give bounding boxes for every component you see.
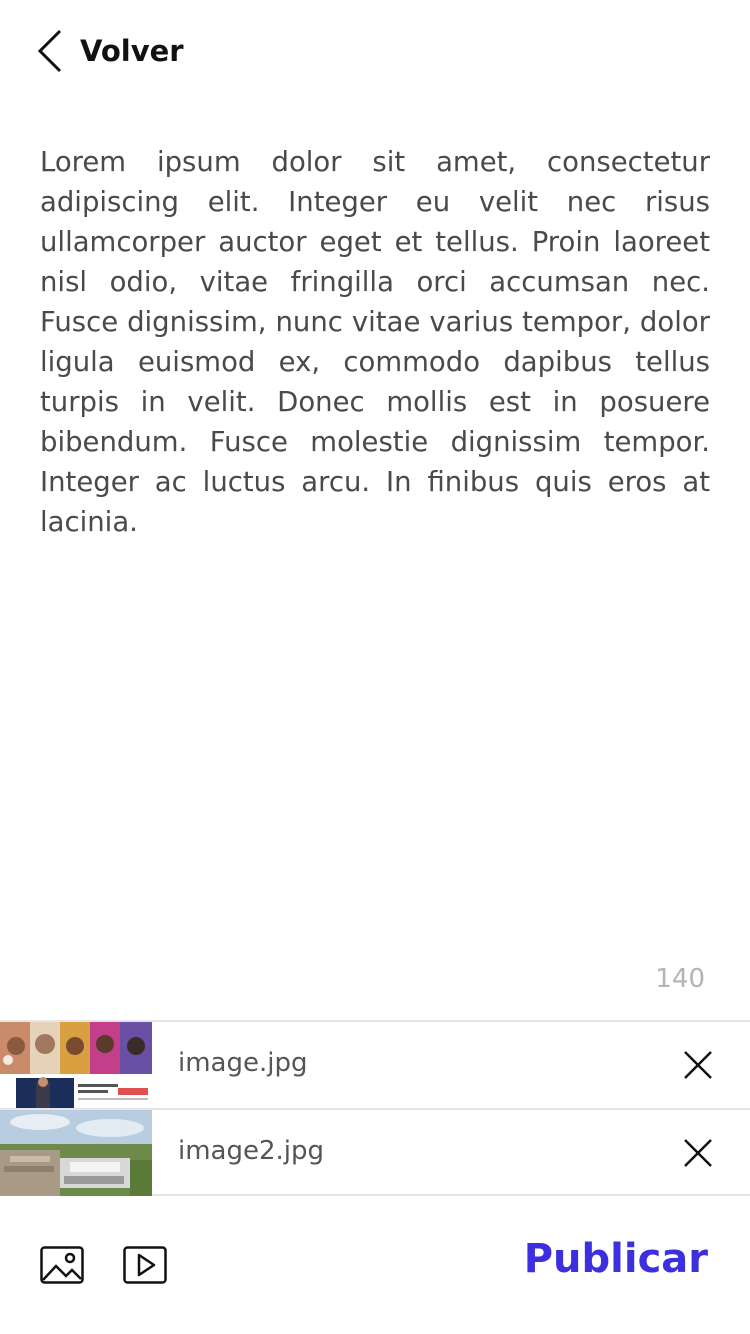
close-icon[interactable] [682,1049,714,1081]
header: Volver [0,0,750,100]
video-play-icon[interactable] [123,1246,167,1284]
attachment-thumbnail [0,1110,152,1196]
publish-button[interactable]: Publicar [524,1236,708,1282]
chevron-left-icon [36,29,64,73]
back-button[interactable]: Volver [36,24,184,78]
attachment-thumbnail [0,1022,152,1108]
attachment-item: image2.jpg [0,1108,750,1196]
back-label: Volver [80,34,184,68]
attachment-item: image.jpg [0,1020,750,1108]
attachment-filename: image.jpg [178,1048,308,1078]
character-counter: 140 [655,964,705,994]
compose-toolbar: Publicar [0,1230,750,1300]
image-icon[interactable] [40,1246,84,1284]
close-icon[interactable] [682,1137,714,1169]
attachments-list: image.jpg image2.jpg [0,1020,750,1196]
attachment-filename: image2.jpg [178,1136,325,1166]
post-body-text[interactable]: Lorem ipsum dolor sit amet, consectetur … [40,142,710,542]
